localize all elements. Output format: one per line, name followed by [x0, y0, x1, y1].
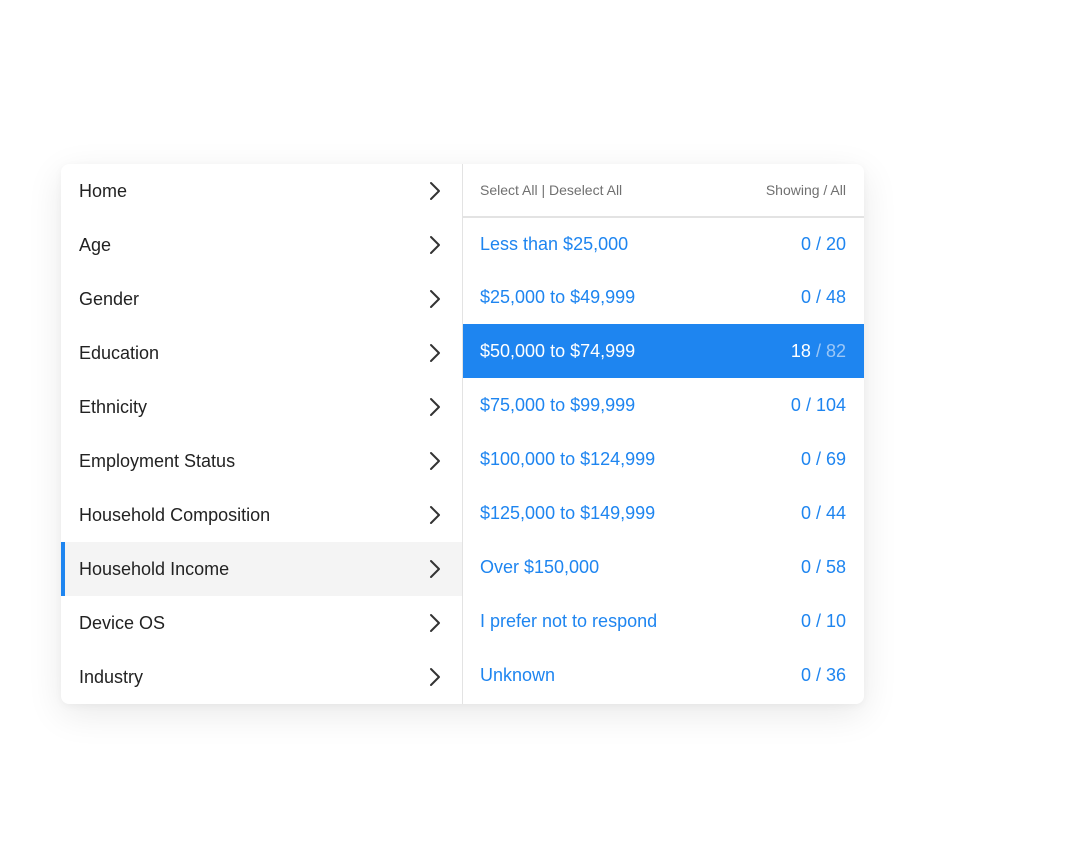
option-row-25000-to-49999[interactable]: $25,000 to $49,999 0 / 48	[463, 270, 864, 324]
showing-count: 0	[800, 664, 811, 685]
chevron-right-icon	[428, 559, 442, 579]
option-count: 0 / 20	[801, 234, 846, 255]
sidebar-item-label: Device OS	[79, 612, 166, 633]
option-row-prefer-not-to-respond[interactable]: I prefer not to respond 0 / 10	[463, 594, 864, 648]
total-count: 10	[825, 610, 846, 631]
sidebar-item-device-os[interactable]: Device OS	[61, 596, 462, 650]
chevron-right-icon	[428, 397, 442, 417]
total-count: 48	[825, 286, 846, 307]
sidebar-item-label: Employment Status	[79, 450, 236, 471]
segment-filter-panel: Home Age Gender Education Ethnicity Empl…	[61, 164, 864, 704]
showing-all-label: Showing / All	[765, 182, 846, 198]
option-count: 0 / 48	[801, 287, 846, 308]
sidebar-item-household-income[interactable]: Household Income	[61, 542, 462, 596]
sidebar-item-age[interactable]: Age	[61, 218, 462, 272]
link-separator: |	[537, 182, 550, 198]
chevron-right-icon	[428, 181, 442, 201]
sidebar-item-ethnicity[interactable]: Ethnicity	[61, 380, 462, 434]
sidebar-item-education[interactable]: Education	[61, 326, 462, 380]
total-count: 69	[825, 448, 846, 469]
option-label: $100,000 to $124,999	[480, 448, 656, 469]
sidebar-item-label: Home	[79, 180, 128, 201]
chevron-right-icon	[428, 235, 442, 255]
showing-count: 0	[800, 556, 811, 577]
options-list: Select All | Deselect All Showing / All …	[463, 164, 864, 704]
count-separator: /	[810, 340, 826, 361]
option-row-unknown[interactable]: Unknown 0 / 36	[463, 648, 864, 702]
option-row-100000-to-124999[interactable]: $100,000 to $124,999 0 / 69	[463, 432, 864, 486]
showing-count: 0	[800, 502, 811, 523]
count-separator: /	[810, 610, 826, 631]
option-label: $50,000 to $74,999	[480, 340, 636, 361]
deselect-all-link[interactable]: Deselect All	[549, 182, 622, 198]
count-separator: /	[810, 448, 826, 469]
chevron-right-icon	[428, 667, 442, 687]
option-count: 0 / 36	[801, 665, 846, 686]
count-separator: /	[810, 286, 826, 307]
showing-count: 0	[800, 233, 811, 254]
count-separator: /	[810, 502, 826, 523]
sidebar-item-label: Industry	[79, 666, 144, 687]
sidebar-item-label: Gender	[79, 288, 140, 309]
chevron-right-icon	[428, 613, 442, 633]
option-count: 0 / 69	[801, 449, 846, 470]
option-count: 0 / 58	[801, 557, 846, 578]
count-separator: /	[810, 233, 826, 254]
sidebar-item-employment-status[interactable]: Employment Status	[61, 434, 462, 488]
option-label: Unknown	[480, 664, 556, 685]
sidebar-item-industry[interactable]: Industry	[61, 650, 462, 704]
select-all-link[interactable]: Select All	[480, 182, 538, 198]
chevron-right-icon	[428, 451, 442, 471]
option-row-less-than-25000[interactable]: Less than $25,000 0 / 20	[463, 218, 864, 270]
count-separator: /	[810, 664, 826, 685]
option-count: 0 / 44	[801, 503, 846, 524]
count-separator: /	[810, 556, 826, 577]
option-count: 0 / 10	[801, 611, 846, 632]
sidebar-item-label: Education	[79, 342, 160, 363]
option-label: I prefer not to respond	[480, 610, 658, 631]
option-label: $125,000 to $149,999	[480, 502, 656, 523]
option-row-50000-to-74999[interactable]: $50,000 to $74,999 18 / 82	[463, 324, 864, 378]
showing-count: 0	[800, 286, 811, 307]
showing-count: 18	[790, 340, 811, 361]
option-label: $25,000 to $49,999	[480, 286, 636, 307]
list-header: Select All | Deselect All Showing / All	[463, 164, 864, 218]
sidebar-item-label: Ethnicity	[79, 396, 148, 417]
total-count: 104	[815, 394, 846, 415]
total-count: 44	[825, 502, 846, 523]
total-count: 82	[825, 340, 846, 361]
total-count: 58	[825, 556, 846, 577]
option-row-over-150000[interactable]: Over $150,000 0 / 58	[463, 540, 864, 594]
option-label: Over $150,000	[480, 556, 600, 577]
chevron-right-icon	[428, 343, 442, 363]
option-label: $75,000 to $99,999	[480, 394, 636, 415]
count-separator: /	[800, 394, 816, 415]
sidebar-item-label: Household Composition	[79, 504, 271, 525]
option-row-125000-to-149999[interactable]: $125,000 to $149,999 0 / 44	[463, 486, 864, 540]
category-sidebar: Home Age Gender Education Ethnicity Empl…	[61, 164, 463, 704]
option-count: 0 / 104	[791, 395, 846, 416]
showing-count: 0	[800, 610, 811, 631]
sidebar-item-label: Household Income	[79, 558, 230, 579]
option-row-75000-to-99999[interactable]: $75,000 to $99,999 0 / 104	[463, 378, 864, 432]
chevron-right-icon	[428, 289, 442, 309]
showing-count: 0	[800, 448, 811, 469]
sidebar-item-home[interactable]: Home	[61, 164, 462, 218]
chevron-right-icon	[428, 505, 442, 525]
sidebar-item-household-composition[interactable]: Household Composition	[61, 488, 462, 542]
showing-count: 0	[790, 394, 801, 415]
sidebar-item-label: Age	[79, 234, 112, 255]
total-count: 20	[825, 233, 846, 254]
sidebar-item-gender[interactable]: Gender	[61, 272, 462, 326]
option-count: 18 / 82	[791, 341, 846, 362]
total-count: 36	[825, 664, 846, 685]
selection-links: Select All | Deselect All	[480, 182, 622, 198]
option-label: Less than $25,000	[480, 233, 629, 254]
